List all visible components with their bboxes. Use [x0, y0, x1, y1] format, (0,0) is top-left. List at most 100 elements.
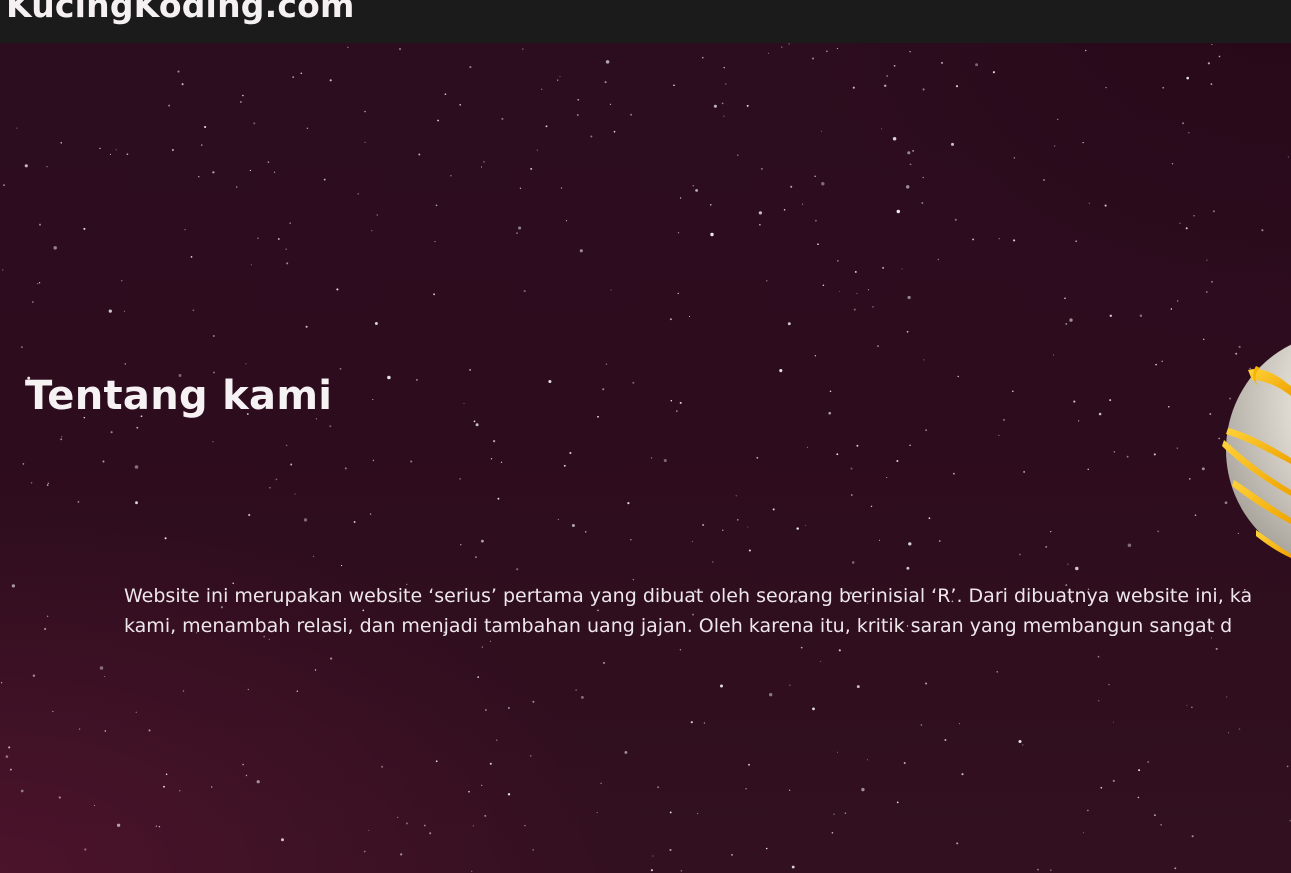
star: [812, 707, 815, 711]
star: [806, 446, 809, 449]
star: [1188, 477, 1191, 480]
star: [32, 674, 36, 677]
star: [958, 722, 961, 725]
star: [245, 774, 248, 777]
star: [836, 453, 839, 456]
star: [590, 135, 593, 138]
star: [944, 739, 947, 741]
star: [240, 101, 242, 103]
star: [372, 399, 374, 401]
star: [212, 441, 214, 443]
star: [37, 282, 39, 285]
star: [925, 682, 928, 685]
star: [500, 461, 503, 463]
star: [164, 537, 167, 540]
star: [1082, 141, 1084, 144]
star: [1023, 471, 1025, 473]
star: [11, 584, 16, 588]
star: [329, 79, 332, 82]
star: [490, 458, 493, 460]
star: [710, 204, 712, 206]
star: [996, 671, 998, 673]
star: [1168, 406, 1170, 408]
star: [242, 763, 244, 766]
star: [201, 144, 203, 146]
star: [669, 848, 672, 852]
star: [1206, 259, 1208, 261]
star: [1186, 76, 1189, 80]
star: [507, 793, 511, 796]
star: [84, 848, 87, 851]
star: [652, 855, 654, 857]
star: [836, 47, 838, 50]
star: [769, 693, 773, 697]
star: [53, 246, 57, 250]
star: [1138, 769, 1141, 772]
star: [909, 444, 911, 447]
star: [680, 869, 683, 872]
star: [922, 176, 924, 179]
star: [548, 379, 552, 384]
star: [575, 689, 577, 691]
page: KucingKoding.com Tentang kami Website in…: [0, 0, 1291, 873]
star: [1139, 314, 1143, 317]
star: [368, 829, 370, 831]
star: [872, 306, 874, 308]
star: [852, 86, 855, 89]
star: [603, 661, 605, 664]
star: [1084, 49, 1087, 52]
star: [1050, 869, 1052, 871]
star: [737, 154, 739, 156]
star: [850, 467, 853, 470]
star: [912, 150, 914, 152]
star: [545, 125, 548, 128]
star: [363, 850, 366, 853]
star: [1226, 696, 1228, 698]
star: [596, 811, 598, 814]
star: [46, 615, 49, 617]
star: [1018, 739, 1022, 744]
star: [1077, 420, 1080, 422]
star: [839, 290, 841, 293]
star: [8, 746, 11, 749]
star: [397, 816, 399, 819]
star: [691, 540, 693, 543]
star: [781, 46, 783, 48]
star: [481, 784, 483, 786]
star: [756, 456, 759, 459]
star: [336, 288, 339, 291]
star: [877, 345, 879, 347]
star: [713, 104, 717, 108]
star: [339, 367, 342, 370]
star: [1098, 412, 1102, 416]
star: [938, 540, 941, 542]
star: [481, 646, 483, 648]
star: [992, 71, 995, 74]
star: [468, 790, 470, 793]
star: [796, 527, 799, 530]
star: [604, 81, 607, 84]
star: [437, 119, 439, 122]
star: [650, 869, 653, 872]
star: [870, 505, 873, 508]
star: [281, 838, 284, 842]
star: [60, 142, 62, 144]
star: [1057, 118, 1059, 121]
star: [250, 264, 252, 266]
star: [247, 688, 249, 691]
star: [1112, 779, 1115, 782]
star: [905, 185, 910, 189]
site-logo-link[interactable]: KucingKoding.com: [6, 0, 355, 25]
star: [577, 98, 580, 101]
star: [177, 70, 180, 73]
star: [347, 46, 349, 48]
star: [1193, 215, 1195, 217]
star: [692, 185, 694, 187]
star: [731, 853, 733, 856]
star: [761, 168, 763, 170]
star: [357, 193, 359, 195]
star: [493, 440, 496, 443]
star: [434, 241, 436, 243]
star: [524, 824, 526, 827]
star: [1037, 868, 1039, 871]
